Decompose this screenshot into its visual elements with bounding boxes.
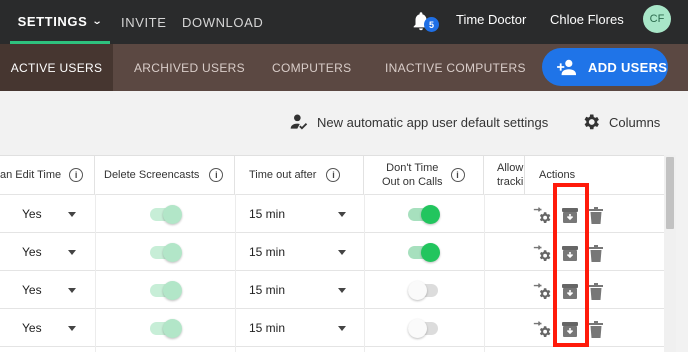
dont-time-calls-toggle[interactable]: [408, 243, 440, 262]
gear-icon: [584, 114, 599, 130]
trash-icon[interactable]: [588, 206, 604, 224]
delete-screencasts-toggle[interactable]: [150, 205, 182, 224]
add-users-button[interactable]: ADD USERS: [542, 48, 668, 86]
header-can-edit-time[interactable]: an Edit Time i: [0, 156, 95, 194]
user-name[interactable]: Chloe Flores: [550, 12, 624, 27]
company-name[interactable]: Time Doctor: [456, 12, 526, 27]
can-edit-select[interactable]: Yes: [22, 245, 86, 259]
trash-icon[interactable]: [588, 282, 604, 300]
can-edit-value: Yes: [22, 207, 42, 221]
nav-settings[interactable]: SETTINGS ⌄: [10, 0, 110, 44]
timeout-value: 15 min: [249, 321, 286, 335]
transfer-settings-icon[interactable]: [532, 280, 554, 302]
columns-label: Columns: [609, 114, 661, 130]
tab-archived-users[interactable]: ARCHIVED USERS: [134, 44, 245, 91]
header-dont-time-out-on-calls[interactable]: Don't Time Out on Calls i: [364, 156, 484, 194]
scrollbar-thumb[interactable]: [666, 157, 674, 229]
dropdown-arrow-icon: [338, 288, 346, 293]
tab-inactive-computers[interactable]: INACTIVE COMPUTERS: [385, 44, 526, 91]
add-users-label: ADD USERS: [588, 59, 668, 75]
header-allow-tracking[interactable]: Allow tracki: [484, 156, 524, 194]
tab-active-users[interactable]: ACTIVE USERS: [0, 44, 113, 91]
new-auto-settings-label: New automatic app user default settings: [317, 114, 549, 130]
archive-highlight-box: [553, 183, 589, 347]
dont-time-calls-toggle[interactable]: [408, 205, 440, 224]
column-divider: [95, 194, 96, 352]
header-actions: Actions: [524, 156, 664, 194]
dont-time-calls-toggle[interactable]: [408, 319, 438, 338]
delete-screencasts-toggle[interactable]: [150, 319, 182, 338]
chevron-down-icon: ⌄: [92, 16, 104, 27]
user-check-icon: [290, 114, 308, 130]
header-actions-label: Actions: [539, 169, 576, 181]
dropdown-arrow-icon: [338, 212, 346, 217]
transfer-settings-icon[interactable]: [532, 204, 554, 226]
header-delete-screencasts[interactable]: Delete Screencasts i: [95, 156, 235, 194]
dropdown-arrow-icon: [68, 212, 76, 217]
can-edit-value: Yes: [22, 321, 42, 335]
dropdown-arrow-icon: [68, 326, 76, 331]
can-edit-select[interactable]: Yes: [22, 283, 86, 297]
header-allow-line2: tracki: [497, 176, 524, 188]
header-time-out-after[interactable]: Time out after i: [235, 156, 364, 194]
header-can-edit-time-label: an Edit Time: [0, 169, 62, 181]
new-auto-settings-link[interactable]: New automatic app user default settings: [289, 111, 548, 133]
trash-icon[interactable]: [588, 320, 604, 338]
dropdown-arrow-icon: [338, 326, 346, 331]
delete-screencasts-toggle[interactable]: [150, 281, 182, 300]
timeout-value: 15 min: [249, 245, 286, 259]
columns-button[interactable]: Columns: [581, 111, 660, 133]
tab-computers[interactable]: COMPUTERS: [272, 44, 351, 91]
nav-settings-label: SETTINGS: [17, 14, 88, 29]
timeout-select[interactable]: 15 min: [249, 283, 349, 297]
dropdown-arrow-icon: [68, 288, 76, 293]
timeout-value: 15 min: [249, 283, 286, 297]
transfer-settings-icon[interactable]: [532, 242, 554, 264]
info-icon[interactable]: i: [326, 168, 341, 182]
header-dont-time-line2: Out on Calls: [382, 176, 443, 188]
header-allow-line1: Allow: [497, 162, 524, 174]
column-divider: [235, 194, 236, 352]
dropdown-arrow-icon: [338, 250, 346, 255]
timeout-select[interactable]: 15 min: [249, 207, 349, 221]
timeout-value: 15 min: [249, 207, 286, 221]
column-divider: [484, 194, 485, 352]
trash-icon[interactable]: [588, 244, 604, 262]
delete-screencasts-toggle[interactable]: [150, 243, 182, 262]
info-icon[interactable]: i: [209, 168, 224, 182]
transfer-settings-icon[interactable]: [532, 318, 554, 340]
nav-invite[interactable]: INVITE: [121, 0, 167, 44]
can-edit-select[interactable]: Yes: [22, 207, 86, 221]
avatar[interactable]: CF: [643, 5, 671, 33]
header-dont-time-line1: Don't Time: [386, 162, 439, 174]
header-delete-screencasts-label: Delete Screencasts: [104, 169, 200, 181]
timeout-select[interactable]: 15 min: [249, 321, 349, 335]
can-edit-value: Yes: [22, 245, 42, 259]
column-divider: [364, 194, 365, 352]
header-time-out-after-label: Time out after: [249, 169, 317, 181]
timeout-select[interactable]: 15 min: [249, 245, 349, 259]
notification-badge: 5: [424, 17, 439, 32]
info-icon[interactable]: i: [450, 168, 465, 182]
can-edit-select[interactable]: Yes: [22, 321, 86, 335]
can-edit-value: Yes: [22, 283, 42, 297]
dropdown-arrow-icon: [68, 250, 76, 255]
nav-download[interactable]: DOWNLOAD: [182, 0, 263, 44]
info-icon[interactable]: i: [69, 168, 84, 182]
add-user-icon: [557, 59, 576, 76]
dont-time-calls-toggle[interactable]: [408, 281, 438, 300]
